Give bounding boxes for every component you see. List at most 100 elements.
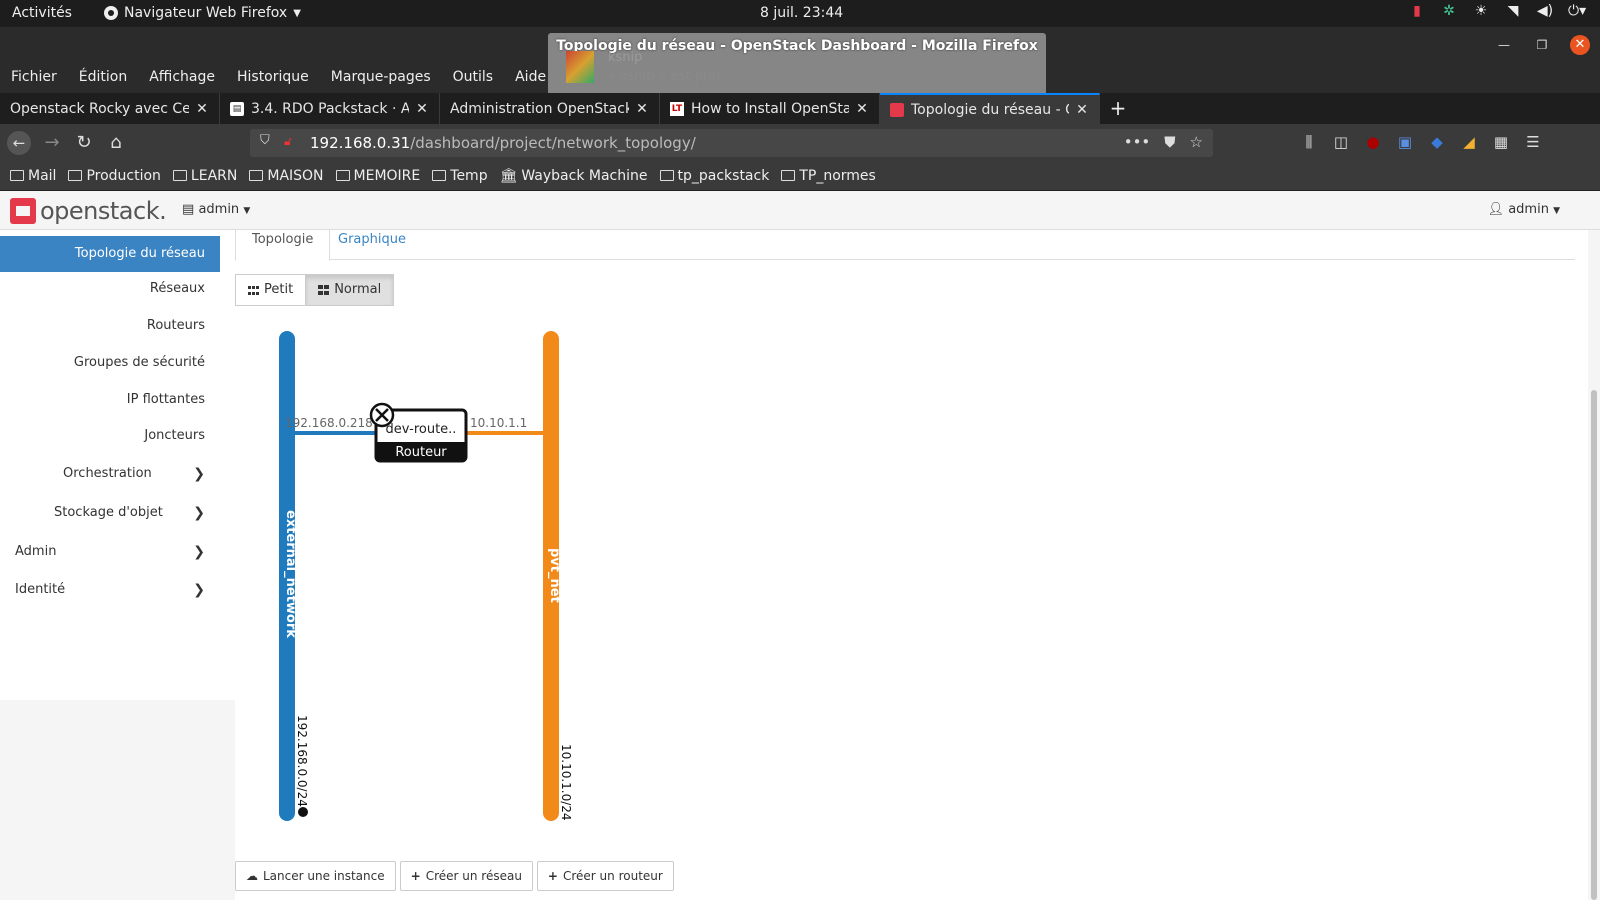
chevron-right-icon: ❯ — [193, 582, 205, 598]
user-menu[interactable]: 👤︎ admin ▼ — [1488, 202, 1560, 217]
pocket-icon[interactable]: ⛊ — [1164, 133, 1175, 151]
sidebar-item-groupes-securite[interactable]: Groupes de sécurité — [74, 355, 205, 370]
chevron-right-icon: ❯ — [193, 544, 205, 560]
bookmark-tp-normes[interactable]: TP_normes — [781, 168, 876, 184]
bookmark-temp[interactable]: Temp — [432, 168, 488, 184]
tab-topologie[interactable]: Topologie — [235, 230, 331, 261]
url-bar[interactable]: ⛉ 🔓︎ 192.168.0.31/dashboard/project/netw… — [250, 129, 1213, 157]
sidebar-group-admin[interactable]: Admin ❯ — [15, 544, 205, 560]
port-ip-external: 192.168.0.218 — [285, 416, 373, 430]
extension-yellow-icon[interactable]: ◢ — [1460, 133, 1478, 151]
activities-button[interactable]: Activités — [12, 5, 72, 21]
back-icon[interactable]: ← — [7, 131, 31, 155]
sidebar-icon[interactable]: ◫ — [1332, 133, 1350, 151]
translate-icon[interactable]: ▣ — [1396, 133, 1414, 151]
project-selector[interactable]: ▤ admin ▼ — [182, 202, 250, 217]
normal-view-button[interactable]: Normal — [305, 274, 395, 306]
openstack-favicon-icon — [890, 102, 904, 117]
ksnip-tray-icon[interactable]: ▮ — [1408, 3, 1426, 19]
extension-blue-icon[interactable]: ◆ — [1428, 133, 1446, 151]
sidebar-item-joncteurs[interactable]: Joncteurs — [144, 428, 205, 443]
page-scrollbar[interactable] — [1588, 230, 1600, 900]
menu-edit[interactable]: Édition — [68, 63, 138, 93]
router-type: Routeur — [395, 445, 447, 460]
bookmark-tp-packstack[interactable]: tp_packstack — [659, 168, 769, 184]
wifi-icon[interactable]: ◥ — [1504, 3, 1522, 19]
topology-actions: ☁ Lancer une instance + Créer un réseau … — [235, 861, 674, 891]
power-icon[interactable]: ⏻▾ — [1568, 3, 1586, 19]
close-icon[interactable]: ✕ — [1570, 35, 1590, 55]
ksnip-icon — [566, 51, 594, 83]
extensions-puzzle-icon[interactable]: ▦ — [1492, 133, 1510, 151]
tab-graphique[interactable]: Graphique — [322, 230, 422, 261]
tab-topologie-reseau[interactable]: Topologie du réseau - Op ✕ — [880, 93, 1100, 124]
close-tab-icon[interactable]: ✕ — [855, 101, 869, 117]
maximize-icon[interactable]: ❐ — [1532, 35, 1552, 55]
cloud-upload-icon: ☁ — [246, 869, 258, 883]
sidebar-group-orchestration[interactable]: Orchestration ❯ — [15, 466, 205, 482]
volume-icon[interactable]: ◀) — [1536, 3, 1554, 19]
bookmark-label: Production — [86, 167, 161, 184]
sidebar-item-reseaux[interactable]: Réseaux — [150, 281, 205, 296]
app-menu[interactable]: Navigateur Web Firefox ▼ — [104, 5, 301, 21]
bookmark-mail[interactable]: Mail — [10, 168, 56, 184]
sidebar-group-identite[interactable]: Identité ❯ — [15, 582, 205, 598]
tab-label: How to Install OpenStack — [691, 100, 849, 117]
menu-bookmarks[interactable]: Marque-pages — [320, 63, 442, 93]
reload-icon[interactable]: ↻ — [72, 131, 96, 155]
small-view-button[interactable]: Petit — [235, 274, 307, 306]
bookmark-maison[interactable]: MAISON — [249, 168, 324, 184]
menu-file[interactable]: Fichier — [0, 63, 68, 93]
launch-instance-button[interactable]: ☁ Lancer une instance — [235, 861, 396, 891]
minimize-icon[interactable]: — — [1494, 35, 1514, 55]
tab-label: 3.4. RDO Packstack · Adm — [251, 100, 409, 117]
close-tab-icon[interactable]: ✕ — [195, 101, 209, 117]
project-name: admin — [198, 202, 240, 217]
extension-red-icon[interactable]: ● — [1364, 133, 1382, 151]
tab-rdo-packstack[interactable]: ▤ 3.4. RDO Packstack · Adm ✕ — [220, 93, 440, 124]
menu-view[interactable]: Affichage — [138, 63, 226, 93]
bookmark-memoire[interactable]: MEMOIRE — [335, 167, 421, 184]
url-text[interactable]: 192.168.0.31/dashboard/project/network_t… — [310, 134, 696, 152]
new-tab-button[interactable]: + — [1100, 93, 1136, 124]
insecure-lock-icon[interactable]: 🔓︎ — [284, 134, 292, 149]
bookmark-label: TP_normes — [799, 167, 876, 184]
menu-tools[interactable]: Outils — [442, 63, 504, 93]
library-icon[interactable]: ⫼ — [1300, 133, 1318, 151]
clock[interactable]: 8 juil. 23:44 — [760, 5, 843, 21]
close-tab-icon[interactable]: ✕ — [415, 101, 429, 117]
create-network-label: Créer un réseau — [425, 869, 522, 883]
tab-administration-openstack[interactable]: Administration OpenStack - ✕ — [440, 93, 660, 124]
bookmark-wayback[interactable]: 🏛︎ Wayback Machine — [500, 168, 648, 184]
create-network-button[interactable]: + Créer un réseau — [399, 861, 533, 891]
page-actions-icon[interactable]: ••• — [1124, 133, 1151, 151]
router-node[interactable]: dev-route.. Routeur — [369, 402, 468, 463]
bookmark-learn[interactable]: LEARN — [172, 168, 237, 184]
sidebar-item-routeurs[interactable]: Routeurs — [147, 318, 205, 333]
home-icon[interactable]: ⌂ — [104, 131, 128, 155]
scrollbar-thumb[interactable] — [1591, 390, 1597, 900]
bookmark-star-icon[interactable]: ☆ — [1190, 133, 1203, 151]
size-toggle-group: Petit Normal — [235, 274, 395, 306]
close-tab-icon[interactable]: ✕ — [635, 101, 649, 117]
openstack-logo[interactable]: openstack. — [10, 197, 167, 225]
sidebar-group-stockage[interactable]: Stockage d'objet ❯ — [15, 505, 205, 521]
brightness-icon[interactable]: ☀ — [1472, 3, 1490, 19]
hamburger-menu-icon[interactable]: ☰ — [1524, 133, 1542, 151]
th-icon — [248, 285, 259, 295]
close-tab-icon[interactable]: ✕ — [1075, 102, 1089, 118]
sidebar-item-ip-flottantes[interactable]: IP flottantes — [127, 392, 205, 407]
forward-icon[interactable]: → — [40, 131, 64, 155]
sidebar-item-topologie[interactable]: Topologie du réseau — [0, 236, 220, 272]
bookmark-production[interactable]: Production — [68, 167, 161, 184]
shield-icon[interactable]: ⛉ — [260, 133, 270, 148]
menu-history[interactable]: Historique — [226, 63, 320, 93]
folder-icon — [335, 170, 350, 181]
create-router-button[interactable]: + Créer un routeur — [536, 861, 674, 891]
network-app-icon[interactable]: ✲ — [1440, 3, 1458, 19]
bookmark-label: MEMOIRE — [353, 167, 421, 184]
tab-how-to-install[interactable]: LT How to Install OpenStack ✕ — [660, 93, 880, 124]
lt-favicon-icon: LT — [670, 101, 684, 116]
notification-banner[interactable]: Topologie du réseau - OpenStack Dashboar… — [548, 33, 1046, 99]
tab-openstack-rocky[interactable]: Openstack Rocky avec Cento ✕ — [0, 93, 220, 124]
